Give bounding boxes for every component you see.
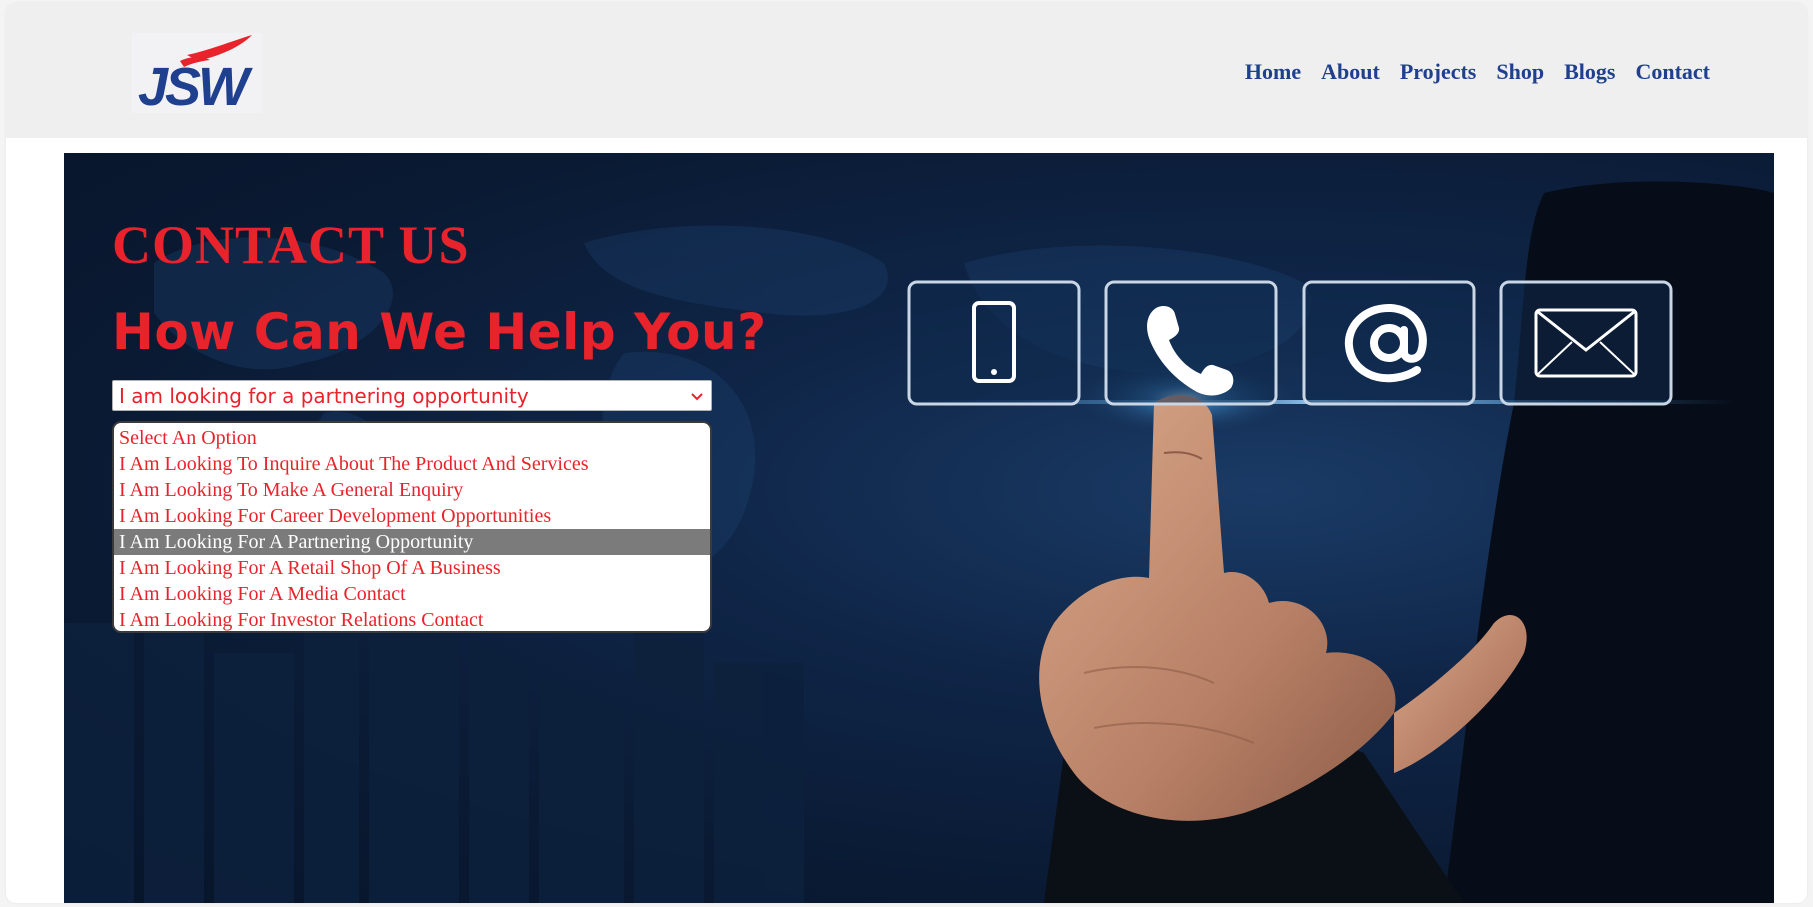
help-heading: How Can We Help You?	[112, 303, 767, 361]
chevron-down-icon	[691, 393, 703, 401]
nav-item-blogs: Blogs	[1564, 59, 1615, 85]
option-select-an-option[interactable]: Select An Option	[114, 425, 710, 451]
nav-link-about[interactable]: About	[1321, 59, 1380, 85]
option-retail-shop[interactable]: I Am Looking For A Retail Shop Of A Busi…	[114, 555, 710, 581]
smartphone-icon	[907, 280, 1081, 406]
inquiry-type-select[interactable]: I am looking for a partnering opportunit…	[112, 380, 712, 411]
contact-icon-tiles	[907, 280, 1673, 406]
nav-link-home[interactable]: Home	[1245, 59, 1301, 85]
jsw-logo-icon: JSW	[138, 35, 256, 113]
phone-icon	[1104, 280, 1278, 406]
pointing-hand	[1039, 394, 1527, 821]
nav-link-projects[interactable]: Projects	[1400, 59, 1477, 85]
select-current-value: I am looking for a partnering opportunit…	[119, 383, 529, 408]
inquiry-type-options: Select An Option I Am Looking To Inquire…	[112, 421, 712, 633]
at-sign-icon	[1302, 280, 1476, 406]
nav-item-projects: Projects	[1400, 59, 1477, 85]
nav-link-shop[interactable]: Shop	[1496, 59, 1544, 85]
nav-item-contact: Contact	[1635, 59, 1710, 85]
logo-text: JSW	[138, 57, 253, 113]
nav-item-about: About	[1321, 59, 1380, 85]
envelope-icon	[1499, 280, 1673, 406]
option-investor-relations[interactable]: I Am Looking For Investor Relations Cont…	[114, 607, 710, 631]
contact-us-heading: CONTACT US	[112, 215, 470, 275]
nav-link-blogs[interactable]: Blogs	[1564, 59, 1615, 85]
option-inquire-products[interactable]: I Am Looking To Inquire About The Produc…	[114, 451, 710, 477]
site-header: JSW Home About Projects Shop Blogs Conta…	[6, 3, 1807, 138]
page-frame: JSW Home About Projects Shop Blogs Conta…	[6, 3, 1807, 903]
main-nav: Home About Projects Shop Blogs Contact	[1245, 59, 1710, 85]
option-media-contact[interactable]: I Am Looking For A Media Contact	[114, 581, 710, 607]
option-career-development[interactable]: I Am Looking For Career Development Oppo…	[114, 503, 710, 529]
nav-link-contact[interactable]: Contact	[1635, 59, 1710, 85]
contact-hero: CONTACT US How Can We Help You? I am loo…	[64, 153, 1774, 903]
nav-item-home: Home	[1245, 59, 1301, 85]
nav-item-shop: Shop	[1496, 59, 1544, 85]
jsw-logo[interactable]: JSW	[132, 33, 262, 113]
option-general-enquiry[interactable]: I Am Looking To Make A General Enquiry	[114, 477, 710, 503]
option-partnering-opportunity[interactable]: I Am Looking For A Partnering Opportunit…	[114, 529, 710, 555]
